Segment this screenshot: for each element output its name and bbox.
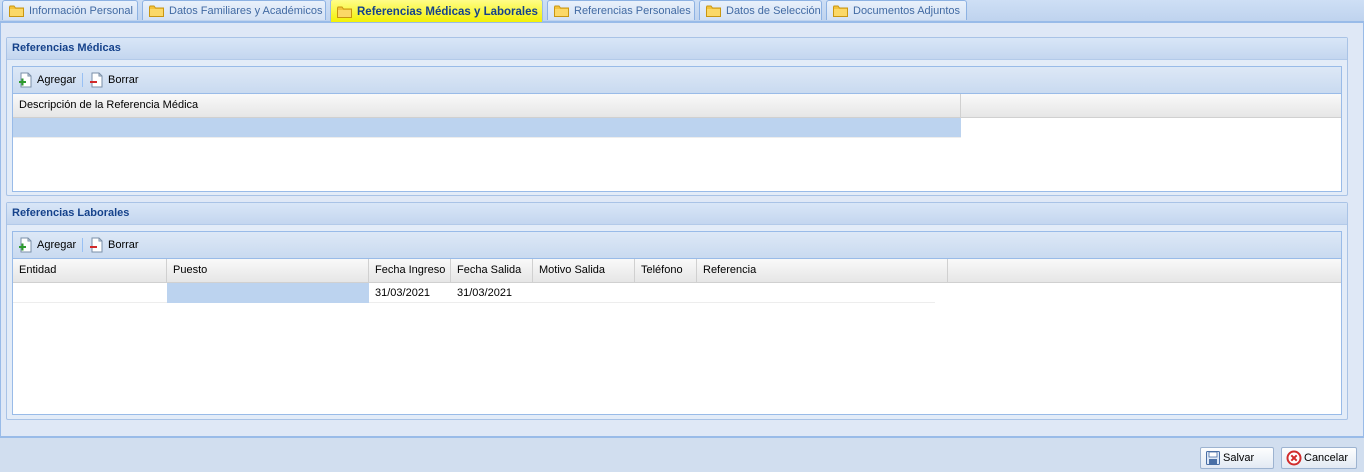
delete-label: Borrar [108, 74, 139, 86]
work-references-section: Referencias Laborales Agregar Borrar Ent… [6, 202, 1348, 420]
table-row[interactable] [13, 118, 961, 138]
folder-icon [706, 5, 721, 17]
work-references-grid: Agregar Borrar Entidad Puesto Fecha Ingr… [12, 231, 1342, 415]
medical-references-grid: Agregar Borrar Descripción de la Referen… [12, 66, 1342, 192]
section-title: Referencias Médicas [7, 38, 1347, 60]
cell-motivo-salida[interactable] [533, 283, 635, 303]
column-header-referencia[interactable]: Referencia [697, 259, 948, 282]
column-header-descripcion[interactable]: Descripción de la Referencia Médica [13, 94, 961, 117]
cell-fecha-salida[interactable]: 31/03/2021 [451, 283, 533, 303]
save-button[interactable]: Salvar [1200, 447, 1274, 469]
save-icon [1206, 451, 1220, 465]
add-label: Agregar [37, 239, 77, 251]
column-header-motivo-salida[interactable]: Motivo Salida [533, 259, 635, 282]
add-label: Agregar [37, 74, 77, 86]
delete-document-icon [89, 72, 105, 88]
tab-strip: Información Personal Datos Familiares y … [0, 0, 1364, 23]
tab-datos-familiares[interactable]: Datos Familiares y Académicos [142, 0, 326, 20]
cell-puesto[interactable] [167, 283, 369, 303]
folder-icon [554, 5, 569, 17]
bottom-button-bar: Salvar Cancelar [0, 437, 1364, 472]
tab-content-panel: Referencias Médicas Agregar Borrar Descr… [0, 22, 1364, 437]
cancel-button[interactable]: Cancelar [1281, 447, 1357, 469]
table-row[interactable]: 31/03/2021 31/03/2021 [13, 283, 935, 303]
tab-label: Datos Familiares y Académicos [169, 4, 323, 17]
delete-button[interactable]: Borrar [89, 71, 139, 89]
tab-label: Información Personal [29, 4, 133, 17]
tab-documentos-adjuntos[interactable]: Documentos Adjuntos [826, 0, 967, 20]
tab-referencias-personales[interactable]: Referencias Personales [547, 0, 695, 20]
toolbar-separator [82, 73, 83, 87]
tab-informacion-personal[interactable]: Información Personal [2, 0, 138, 20]
column-header-entidad[interactable]: Entidad [13, 259, 167, 282]
folder-icon [149, 5, 164, 17]
delete-button[interactable]: Borrar [89, 236, 139, 254]
tab-datos-seleccion[interactable]: Datos de Selección [699, 0, 822, 20]
tab-label: Documentos Adjuntos [853, 4, 961, 17]
save-label: Salvar [1223, 452, 1255, 464]
column-header-telefono[interactable]: Teléfono [635, 259, 697, 282]
folder-icon [833, 5, 848, 17]
toolbar-separator [82, 238, 83, 252]
add-button[interactable]: Agregar [18, 71, 76, 89]
cancel-label: Cancelar [1304, 452, 1349, 464]
cell-entidad[interactable] [13, 283, 167, 303]
cell-telefono[interactable] [635, 283, 697, 303]
medical-references-section: Referencias Médicas Agregar Borrar Descr… [6, 37, 1348, 196]
folder-icon [337, 6, 352, 18]
column-header-fecha-salida[interactable]: Fecha Salida [451, 259, 533, 282]
tab-referencias-medicas-laborales[interactable]: Referencias Médicas y Laborales [330, 0, 543, 23]
add-button[interactable]: Agregar [18, 236, 76, 254]
folder-icon [9, 5, 24, 17]
column-header-fecha-ingreso[interactable]: Fecha Ingreso [369, 259, 451, 282]
cancel-icon [1286, 450, 1302, 466]
grid-toolbar: Agregar Borrar [13, 232, 1341, 259]
delete-label: Borrar [108, 239, 139, 251]
grid-header: Descripción de la Referencia Médica [13, 94, 1341, 118]
cell-fecha-ingreso[interactable]: 31/03/2021 [369, 283, 451, 303]
tab-label: Referencias Personales [574, 4, 691, 17]
tab-label: Referencias Médicas y Laborales [357, 5, 538, 18]
column-header-puesto[interactable]: Puesto [167, 259, 369, 282]
section-title: Referencias Laborales [7, 203, 1347, 225]
cell-referencia[interactable] [697, 283, 935, 303]
add-document-icon [18, 237, 34, 253]
cell-descripcion[interactable] [13, 118, 961, 138]
delete-document-icon [89, 237, 105, 253]
tab-label: Datos de Selección [726, 4, 821, 17]
grid-header: Entidad Puesto Fecha Ingreso Fecha Salid… [13, 259, 1341, 283]
grid-toolbar: Agregar Borrar [13, 67, 1341, 94]
add-document-icon [18, 72, 34, 88]
